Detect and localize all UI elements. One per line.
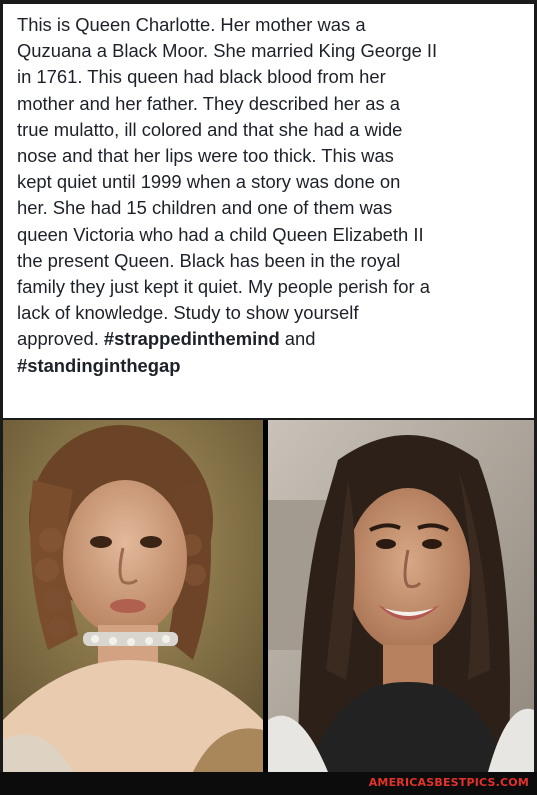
post-line: queen Victoria who had a child Queen Eli…	[17, 223, 424, 245]
portrait-painting-drawing	[3, 420, 263, 772]
meme-frame: This is Queen Charlotte. Her mother was …	[0, 0, 537, 795]
post-line: lack of knowledge. Study to show yoursel…	[17, 302, 359, 324]
post-text: This is Queen Charlotte. Her mother was …	[17, 12, 527, 379]
post-text-fragment: and	[279, 328, 316, 350]
watermark-bar: AMERICASBESTPICS.COM	[0, 772, 537, 795]
post-line-hashtags: approved. #strappedinthemind and	[17, 326, 527, 352]
hashtag-link[interactable]: #standinginthegap	[17, 353, 527, 379]
portrait-painting-image	[3, 420, 263, 772]
site-watermark: AMERICASBESTPICS.COM	[368, 776, 529, 789]
post-line: nose and that her lips were too thick. T…	[17, 145, 394, 167]
smiling-woman-photo-image	[268, 420, 534, 772]
post-line: in 1761. This queen had black blood from…	[17, 66, 386, 88]
post-line: true mulatto, ill colored and that she h…	[17, 118, 403, 140]
post-text-fragment: approved.	[17, 328, 104, 350]
post-line: family they just kept it quiet. My peopl…	[17, 276, 430, 298]
post-card: This is Queen Charlotte. Her mother was …	[3, 4, 534, 418]
post-line: her. She had 15 children and one of them…	[17, 197, 393, 219]
post-line: This is Queen Charlotte. Her mother was …	[17, 14, 366, 35]
hashtag-link[interactable]: #strappedinthemind	[104, 328, 280, 349]
smiling-woman-photo-drawing	[268, 420, 534, 772]
post-line: Quzuana a Black Moor. She married King G…	[17, 40, 438, 62]
post-line: kept quiet until 1999 when a story was d…	[17, 171, 401, 193]
image-pair	[3, 420, 534, 772]
post-line: mother and her father. They described he…	[17, 92, 401, 114]
post-line: the present Queen. Black has been in the…	[17, 249, 401, 271]
